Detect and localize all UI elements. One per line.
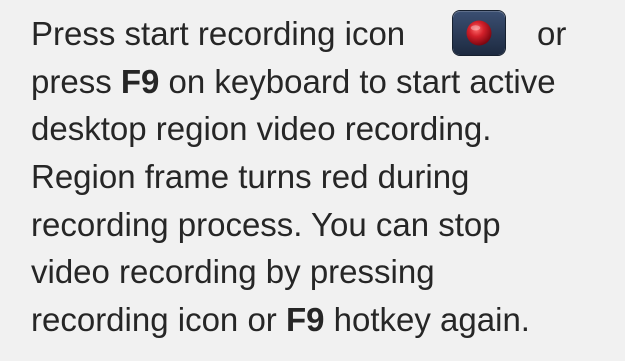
instruction-line-3: desktop region video recording. — [31, 110, 492, 147]
hotkey-f9-again: F9 — [285, 301, 325, 338]
instruction-line-1: Press start recording icon — [31, 10, 405, 58]
start-recording-button[interactable] — [453, 11, 505, 55]
instruction-line-7-post: hotkey again. — [324, 301, 530, 338]
hotkey-f9: F9 — [120, 63, 160, 100]
instruction-line-7-pre: recording icon or — [31, 301, 286, 338]
instruction-line-7: recording icon or F9 hotkey again. — [31, 296, 530, 344]
instruction-line-2-post: on keyboard to start active — [159, 63, 556, 100]
instruction-line-2: press F9 on keyboard to start active — [31, 58, 556, 106]
instruction-text-start: Press start recording icon — [31, 15, 406, 52]
instruction-line-5: recording process. You can stop — [31, 206, 501, 243]
instruction-line-6: video recording by pressing — [31, 253, 435, 290]
record-icon — [466, 20, 492, 46]
instruction-line-2-pre: press — [31, 63, 121, 100]
instructions-panel: Press start recording icon or press F9 o… — [0, 0, 625, 361]
instruction-or: or — [537, 15, 567, 52]
instruction-line-4: Region frame turns red during — [31, 158, 470, 195]
